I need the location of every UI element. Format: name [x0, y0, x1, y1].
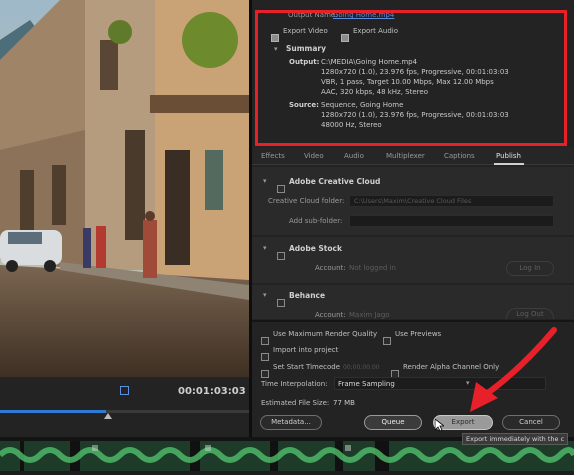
export-tooltip: Export immediately with the c — [462, 433, 569, 445]
tab-video[interactable]: Video — [304, 152, 324, 160]
file-size-label: Estimated File Size: — [261, 399, 330, 407]
creative-cloud-chevron-icon[interactable]: ▾ — [263, 177, 267, 185]
metadata-button[interactable]: Metadata... — [260, 415, 322, 430]
player-timecode: 00:01:03:03 — [178, 386, 246, 397]
in-point-marker[interactable] — [120, 386, 129, 395]
behance-checkbox[interactable] — [277, 292, 285, 311]
adobe-stock-chevron-icon[interactable]: ▾ — [263, 244, 267, 252]
behance-chevron-icon[interactable]: ▾ — [263, 291, 267, 299]
max-render-quality-label: Use Maximum Render Quality — [273, 330, 378, 338]
cc-subfolder-field[interactable] — [349, 215, 554, 227]
import-into-project-label: Import into project — [273, 346, 339, 354]
tab-audio[interactable]: Audio — [344, 152, 364, 160]
behance-title: Behance — [289, 291, 326, 300]
options-divider — [252, 320, 574, 322]
chevron-down-icon: ▾ — [466, 379, 470, 387]
cc-subfolder-label: Add sub-folder: — [289, 217, 343, 225]
render-alpha-label: Render Alpha Channel Only — [403, 363, 500, 371]
adobe-stock-title: Adobe Stock — [289, 244, 342, 253]
creative-cloud-checkbox[interactable] — [277, 178, 285, 197]
behance-account-value: Maxim Jago — [349, 311, 390, 319]
highlight-box — [255, 10, 567, 146]
adobe-stock-checkbox[interactable] — [277, 245, 285, 264]
time-interpolation-label: Time Interpolation: — [261, 380, 328, 388]
cancel-button[interactable]: Cancel — [502, 415, 560, 430]
creative-cloud-title: Adobe Creative Cloud — [289, 177, 381, 186]
player-bar: 00:01:03:03 — [0, 377, 249, 437]
use-previews-checkbox[interactable] — [383, 330, 391, 349]
tab-publish[interactable]: Publish — [496, 152, 521, 160]
set-start-timecode-label: Set Start Timecode — [273, 363, 341, 371]
playhead-handle[interactable] — [104, 413, 112, 419]
video-preview — [0, 0, 249, 377]
street-scene-image — [0, 0, 249, 377]
stock-login-button[interactable]: Log In — [506, 261, 554, 276]
queue-button[interactable]: Queue — [364, 415, 422, 430]
tab-captions[interactable]: Captions — [444, 152, 475, 160]
stock-account-value: Not logged in — [349, 264, 396, 272]
behance-account-label: Account: — [315, 311, 346, 319]
start-timecode-value[interactable]: 00;00;00;00 — [343, 364, 380, 371]
active-tab-underline — [494, 163, 524, 165]
file-size-value: 77 MB — [333, 399, 355, 407]
use-previews-label: Use Previews — [395, 330, 442, 338]
tab-effects[interactable]: Effects — [261, 152, 285, 160]
cc-folder-field[interactable]: C:\Users\Maxim\Creative Cloud Files — [349, 195, 554, 207]
export-settings-panel: Output Name: Going Home.mp4 Export Video… — [252, 0, 574, 445]
time-interpolation-value: Frame Sampling — [338, 380, 395, 388]
progress-fill — [0, 410, 106, 413]
mouse-cursor-icon — [435, 419, 444, 432]
cc-folder-label: Creative Cloud folder: — [268, 197, 345, 205]
tab-multiplexer[interactable]: Multiplexer — [386, 152, 425, 160]
behance-logout-button[interactable]: Log Out — [506, 308, 554, 319]
stock-account-label: Account: — [315, 264, 346, 272]
